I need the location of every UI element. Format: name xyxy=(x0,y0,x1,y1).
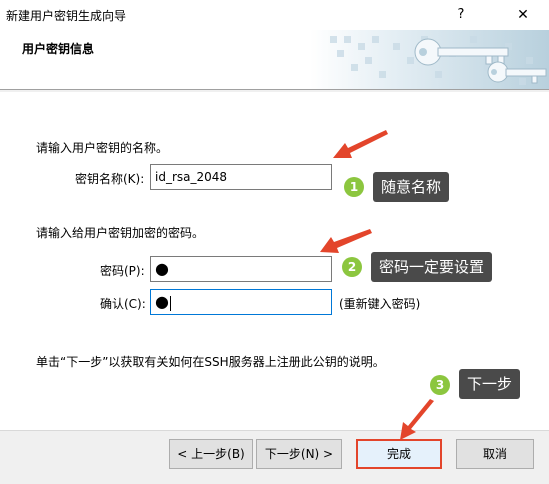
text-caret xyxy=(169,296,171,311)
annotation-callout-2: 密码一定要设置 xyxy=(371,252,493,282)
next-button[interactable]: 下一步(N) > xyxy=(256,439,342,469)
keys-icon xyxy=(310,30,549,89)
title-bar: 新建用户密钥生成向导 ? ✕ xyxy=(0,0,549,30)
key-name-value: id_rsa_2048 xyxy=(155,170,228,184)
page-title: 用户密钥信息 xyxy=(22,42,95,56)
finish-button[interactable]: 完成 xyxy=(356,439,442,469)
help-button[interactable]: ? xyxy=(450,4,472,26)
confirm-hint: (重新键入密码) xyxy=(339,297,421,311)
key-name-input[interactable]: id_rsa_2048 xyxy=(150,164,332,190)
cancel-button[interactable]: 取消 xyxy=(456,439,534,469)
annotation-badge-3: 3 xyxy=(430,375,450,395)
confirm-label: 确认(C): xyxy=(100,297,146,311)
close-button[interactable]: ✕ xyxy=(508,4,538,26)
window-title: 新建用户密钥生成向导 xyxy=(6,9,127,23)
wizard-header: 用户密钥信息 xyxy=(0,30,549,90)
annotation-callout-1: 随意名称 xyxy=(373,172,450,202)
name-prompt: 请输入用户密钥的名称。 xyxy=(36,141,169,155)
password-prompt: 请输入给用户密钥加密的密码。 xyxy=(36,226,205,240)
annotation-badge-1: 1 xyxy=(344,177,364,197)
password-label: 密码(P): xyxy=(100,264,145,278)
annotation-badge-2: 2 xyxy=(342,257,362,277)
annotation-callout-3: 下一步 xyxy=(459,369,521,399)
password-value: ● xyxy=(155,259,169,278)
confirm-input[interactable]: ● xyxy=(150,289,332,315)
info-text: 单击“下一步”以获取有关如何在SSH服务器上注册此公钥的说明。 xyxy=(36,355,385,369)
password-input[interactable]: ● xyxy=(150,256,332,282)
key-name-label: 密钥名称(K): xyxy=(75,172,145,186)
confirm-value: ● xyxy=(155,292,169,311)
back-button[interactable]: < 上一步(B) xyxy=(169,439,253,469)
wizard-footer: < 上一步(B) 下一步(N) > 完成 取消 xyxy=(0,430,549,484)
